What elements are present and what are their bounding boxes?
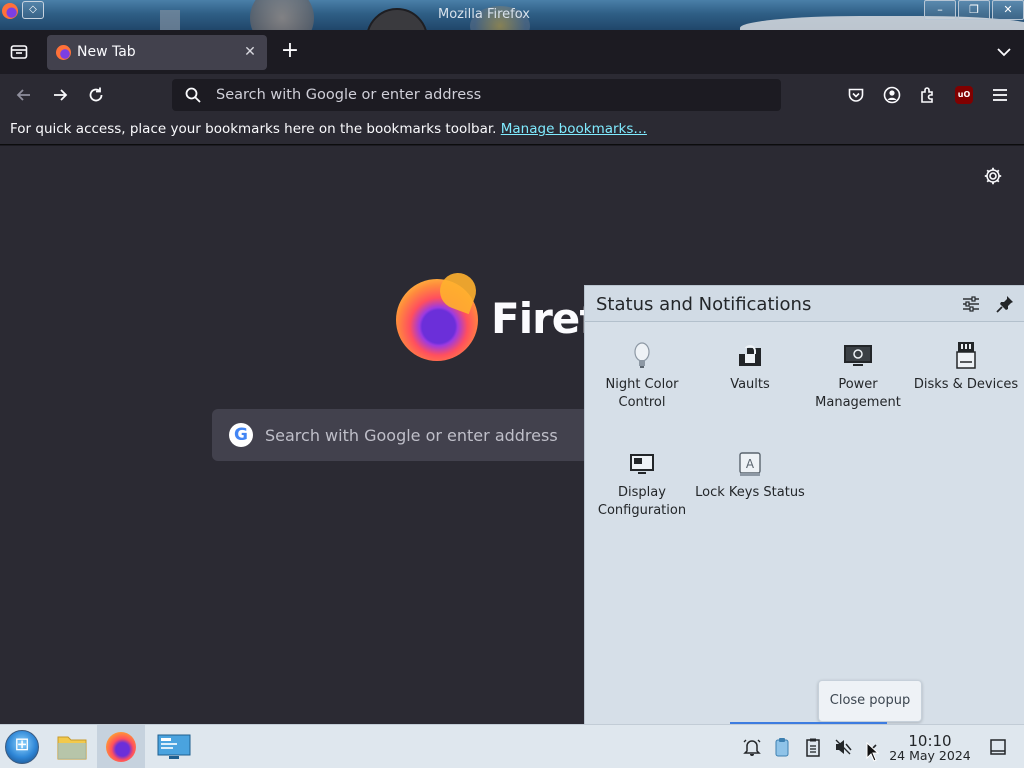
applet-label: Lock Keys Status — [695, 485, 805, 500]
window-titlebar[interactable]: ◇ Mozilla Firefox – ❐ ✕ — [0, 0, 1024, 30]
back-arrow-icon[interactable] — [14, 85, 34, 105]
new-tab-button[interactable]: + — [280, 39, 300, 63]
search-icon — [185, 87, 201, 103]
pocket-icon[interactable] — [846, 85, 866, 105]
drive-icon — [956, 342, 976, 369]
window-title: Mozilla Firefox — [438, 7, 530, 22]
folder-icon — [57, 736, 87, 760]
tab-label: New Tab — [77, 44, 136, 60]
lightbulb-icon — [634, 342, 650, 368]
applet-label: Power Management — [815, 377, 901, 410]
account-icon[interactable] — [882, 85, 902, 105]
applet-vaults[interactable]: Vaults — [695, 340, 805, 394]
task-system-monitor[interactable] — [150, 725, 198, 768]
address-bar[interactable] — [172, 79, 781, 111]
popup-header: Status and Notifications — [585, 286, 1024, 322]
bookmarks-toolbar: For quick access, place your bookmarks h… — [0, 116, 1024, 145]
reload-icon[interactable] — [86, 85, 106, 105]
hamburger-menu-icon[interactable] — [990, 85, 1010, 105]
applet-disks-devices[interactable]: Disks & Devices — [911, 340, 1021, 394]
applet-display-configuration[interactable]: Display Configuration — [587, 448, 697, 520]
configure-icon[interactable] — [961, 294, 981, 314]
pin-icon[interactable] — [995, 294, 1015, 314]
close-popup-tooltip: Close popup — [818, 680, 922, 722]
lock-icon — [739, 345, 761, 366]
application-launcher-button[interactable] — [5, 730, 39, 764]
clipboard-app-icon[interactable] — [772, 737, 792, 757]
maximize-button[interactable]: ❐ — [958, 0, 990, 20]
tab-new-tab[interactable]: New Tab ✕ — [47, 35, 267, 70]
window-controls: – ❐ ✕ — [924, 0, 1024, 20]
show-desktop-icon[interactable] — [988, 737, 1008, 757]
notifications-bell-icon[interactable] — [742, 737, 762, 757]
address-input[interactable] — [216, 79, 766, 111]
mouse-cursor-icon — [866, 742, 880, 762]
forward-arrow-icon[interactable] — [50, 85, 70, 105]
applet-label: Display Configuration — [597, 485, 687, 518]
applet-label: Disks & Devices — [913, 377, 1019, 392]
applet-power-management[interactable]: Power Management — [803, 340, 913, 412]
firefox-view-icon[interactable] — [10, 44, 28, 60]
task-firefox[interactable] — [97, 725, 145, 768]
google-icon: G — [229, 423, 253, 447]
firefox-logo — [396, 279, 478, 361]
minimize-button[interactable]: – — [924, 0, 956, 20]
manage-bookmarks-link[interactable]: Manage bookmarks… — [501, 121, 647, 137]
chevron-down-icon[interactable] — [994, 42, 1014, 62]
task-file-manager[interactable] — [48, 725, 96, 768]
navigation-toolbar: uO — [0, 74, 1024, 116]
gear-icon[interactable] — [983, 166, 1003, 186]
monitor-icon — [844, 345, 872, 366]
keyboard-key-icon: A — [739, 452, 761, 476]
firefox-favicon-icon — [56, 45, 71, 60]
status-notifications-popup: Status and Notifications Night Color Con… — [584, 285, 1024, 724]
tab-strip: New Tab ✕ + — [0, 30, 1024, 74]
clock-date[interactable]: 24 May 2024 — [884, 748, 976, 763]
firefox-icon — [106, 732, 136, 762]
screen: ◇ Mozilla Firefox – ❐ ✕ New Tab ✕ + Sear… — [0, 0, 1024, 768]
clipboard-icon[interactable] — [803, 737, 823, 757]
display-icon — [630, 454, 654, 474]
close-tab-icon[interactable]: ✕ — [241, 43, 259, 61]
popup-title: Status and Notifications — [596, 294, 812, 315]
applet-lock-keys-status[interactable]: A Lock Keys Status — [695, 448, 805, 502]
svg-text:A: A — [746, 457, 755, 471]
applet-night-color-control[interactable]: Night Color Control — [587, 340, 697, 412]
ublock-origin-icon[interactable]: uO — [955, 86, 973, 104]
bookmarks-hint-text: For quick access, place your bookmarks h… — [10, 121, 497, 137]
volume-muted-icon[interactable] — [833, 737, 853, 757]
extensions-icon[interactable] — [918, 85, 938, 105]
close-window-button[interactable]: ✕ — [992, 0, 1024, 20]
applet-label: Vaults — [730, 377, 770, 392]
applet-label: Night Color Control — [605, 377, 679, 410]
system-settings-icon — [157, 734, 191, 759]
